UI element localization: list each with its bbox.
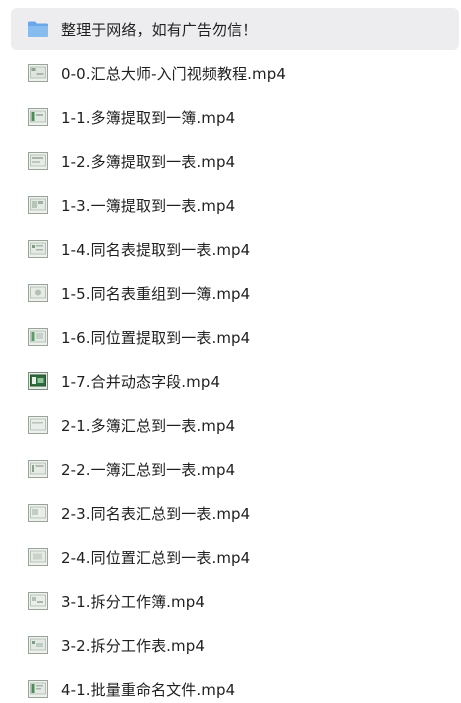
file-list: 整理于网络，如有广告勿信！ 0-0.汇总大师-入门视频教程.mp4 1-1.多簿…	[0, 0, 461, 703]
folder-icon	[27, 18, 49, 40]
file-name: 整理于网络，如有广告勿信！	[61, 20, 258, 39]
video-file-icon	[27, 282, 49, 304]
video-file-icon	[27, 238, 49, 260]
file-item[interactable]: 4-1.批量重命名文件.mp4	[11, 668, 459, 703]
file-item[interactable]: 2-3.同名表汇总到一表.mp4	[11, 492, 459, 534]
file-name: 1-7.合并动态字段.mp4	[61, 372, 221, 391]
file-item[interactable]: 1-1.多簿提取到一簿.mp4	[11, 96, 459, 138]
video-file-icon	[27, 106, 49, 128]
file-item[interactable]: 0-0.汇总大师-入门视频教程.mp4	[11, 52, 459, 94]
video-file-icon	[27, 194, 49, 216]
file-name: 2-1.多簿汇总到一表.mp4	[61, 416, 236, 435]
file-name: 1-1.多簿提取到一簿.mp4	[61, 108, 236, 127]
file-name: 0-0.汇总大师-入门视频教程.mp4	[61, 64, 287, 83]
file-item[interactable]: 1-6.同位置提取到一表.mp4	[11, 316, 459, 358]
file-item[interactable]: 3-2.拆分工作表.mp4	[11, 624, 459, 666]
file-item[interactable]: 1-7.合并动态字段.mp4	[11, 360, 459, 402]
file-item[interactable]: 1-3.一簿提取到一表.mp4	[11, 184, 459, 226]
file-name: 1-4.同名表提取到一表.mp4	[61, 240, 251, 259]
file-name: 2-4.同位置汇总到一表.mp4	[61, 548, 251, 567]
file-name: 1-2.多簿提取到一表.mp4	[61, 152, 236, 171]
file-name: 3-2.拆分工作表.mp4	[61, 636, 206, 655]
file-item[interactable]: 2-2.一簿汇总到一表.mp4	[11, 448, 459, 490]
video-file-icon	[27, 458, 49, 480]
file-item[interactable]: 1-5.同名表重组到一簿.mp4	[11, 272, 459, 314]
file-item[interactable]: 2-1.多簿汇总到一表.mp4	[11, 404, 459, 446]
video-file-icon	[27, 546, 49, 568]
file-item[interactable]: 2-4.同位置汇总到一表.mp4	[11, 536, 459, 578]
file-name: 1-6.同位置提取到一表.mp4	[61, 328, 251, 347]
file-name: 1-3.一簿提取到一表.mp4	[61, 196, 236, 215]
file-name: 3-1.拆分工作簿.mp4	[61, 592, 206, 611]
video-file-icon	[27, 326, 49, 348]
file-name: 1-5.同名表重组到一簿.mp4	[61, 284, 251, 303]
video-file-icon	[27, 502, 49, 524]
file-item[interactable]: 3-1.拆分工作簿.mp4	[11, 580, 459, 622]
file-name: 2-2.一簿汇总到一表.mp4	[61, 460, 236, 479]
file-name: 2-3.同名表汇总到一表.mp4	[61, 504, 251, 523]
file-item[interactable]: 1-4.同名表提取到一表.mp4	[11, 228, 459, 270]
file-item[interactable]: 1-2.多簿提取到一表.mp4	[11, 140, 459, 182]
file-item-folder[interactable]: 整理于网络，如有广告勿信！	[11, 8, 459, 50]
video-file-icon	[27, 370, 49, 392]
video-file-icon	[27, 62, 49, 84]
file-name: 4-1.批量重命名文件.mp4	[61, 680, 236, 699]
video-file-icon	[27, 678, 49, 700]
video-file-icon	[27, 150, 49, 172]
video-file-icon	[27, 590, 49, 612]
video-file-icon	[27, 414, 49, 436]
video-file-icon	[27, 634, 49, 656]
